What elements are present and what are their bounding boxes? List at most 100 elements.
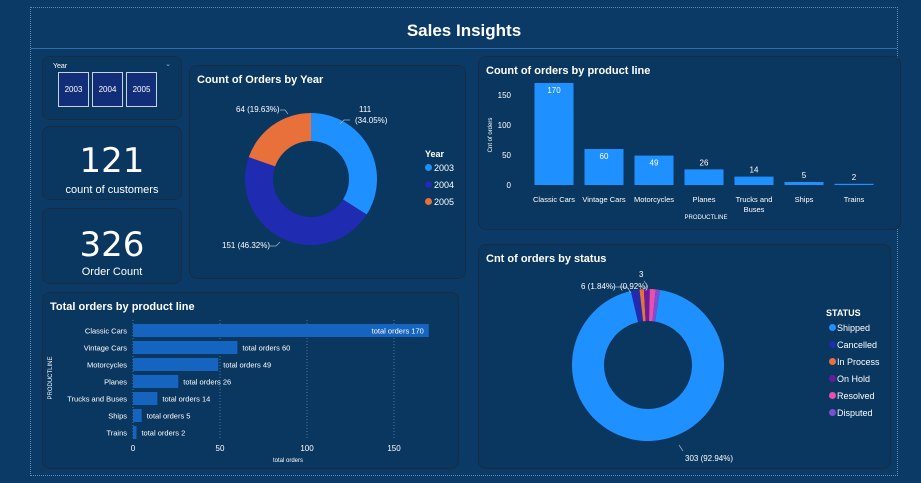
y-tick-label: 0: [507, 181, 512, 190]
legend-title: STATUS: [826, 308, 861, 318]
hbar-Ships: [133, 409, 142, 422]
customers-kpi-value: 121: [79, 141, 145, 181]
x-tick-label: 0: [131, 444, 136, 453]
x-tick-label: Buses: [744, 205, 765, 214]
x-tick-label: Classic Cars: [533, 195, 575, 204]
hbar-Motorcycles: [133, 358, 219, 371]
hbar-data-label: total orders 5: [147, 412, 191, 421]
hbar-data-label: total orders 170: [372, 327, 424, 336]
hbar-data-label: total orders 49: [223, 361, 271, 370]
bar-Ships: [784, 182, 824, 185]
x-axis-title: total orders: [273, 458, 303, 464]
y-tick-label: Trains: [106, 429, 127, 438]
legend-label-2005: 2005: [434, 197, 454, 207]
y-tick-label: Classic Cars: [85, 327, 127, 336]
orders-by-productline-card: Count of orders by product line 0 50 100 15…: [478, 56, 901, 230]
x-axis-title: PRODUCTLINE: [684, 215, 727, 221]
status-label-inprocess: 3: [639, 270, 644, 279]
bar-data-label: 14: [750, 166, 759, 175]
y-tick-label: 100: [498, 121, 512, 130]
hbar-Vintage Cars: [133, 341, 238, 354]
total-orders-by-productline-chart: 0 50 100 150 Classic Cars total orders 170 Vin…: [48, 320, 429, 464]
x-tick-label: Trains: [844, 195, 865, 204]
orders-by-status-card: Cnt of orders by status 303 (92.94%) 6 (1…: [478, 244, 891, 469]
legend-marker-Shipped: [829, 324, 836, 331]
leader-line-shipped: [678, 444, 684, 452]
legend-label-Disputed: Disputed: [837, 408, 873, 418]
bar-Trucks and Buses: [734, 176, 774, 185]
status-label-shipped: 303 (92.94%): [685, 454, 733, 463]
slice-label-2004: 151 (46.32%): [222, 241, 270, 250]
hbar-data-label: total orders 2: [141, 429, 185, 438]
y-axis-title: Cnt of orders: [488, 118, 494, 153]
legend-marker-2004: [425, 181, 432, 188]
legend-label-2004: 2004: [434, 180, 454, 190]
y-tick-label: 50: [502, 151, 511, 160]
slice-label-2003: 111: [359, 105, 372, 114]
bar-Classic Cars: [534, 83, 574, 185]
bar-data-label: 26: [700, 158, 709, 167]
legend-label-On Hold: On Hold: [837, 374, 870, 384]
year-option-2003[interactable]: 2003: [58, 72, 89, 107]
legend-marker-Cancelled: [829, 341, 836, 348]
orders-kpi-value: 326: [79, 225, 145, 265]
slice-label-2003-pct: (34.05%): [355, 116, 388, 125]
status-label-cancelled: 6 (1.84%): [581, 282, 616, 291]
legend-marker-2003: [425, 164, 432, 171]
bar-data-label: 49: [650, 159, 659, 168]
x-tick-label: Motorcycles: [634, 195, 674, 204]
orders-kpi-card: 326 Order Count: [42, 208, 182, 284]
legend-label-Cancelled: Cancelled: [837, 340, 877, 350]
legend-label-Shipped: Shipped: [837, 323, 870, 333]
orders-by-year-card: Count of Orders by Year 111 (34.05%) 64 (1…: [189, 65, 466, 279]
x-tick-label: 100: [300, 444, 314, 453]
x-tick-label: 150: [387, 444, 401, 453]
y-axis-title: PRODUCTLINE: [48, 356, 54, 399]
total-orders-by-productline-card: Total orders by product line 0 50 100 150 Cl…: [42, 292, 459, 469]
y-tick-label: Planes: [104, 378, 127, 387]
bar-data-label: 2: [852, 173, 857, 182]
hbar-Trains: [133, 426, 137, 439]
orders-by-year-chart: 111 (34.05%) 64 (19.63%) 151 (46.32%) Year 20…: [222, 105, 454, 250]
year-slicer[interactable]: Year ⌄ 2003 2004 2005: [42, 56, 182, 120]
x-tick-label: Planes: [693, 195, 716, 204]
orders-by-productline-chart: 0 50 100 150 Cnt of orders 170 Classic Cars 60 V…: [488, 83, 874, 221]
legend-marker-Resolved: [829, 392, 836, 399]
legend-marker-In Process: [829, 358, 836, 365]
status-label-inprocess-pct: (0.92%): [620, 282, 648, 291]
donut-slice-2003: [311, 113, 377, 215]
x-tick-label: Vintage Cars: [582, 195, 625, 204]
year-option-2004[interactable]: 2004: [92, 72, 123, 107]
leader-line-2005: [280, 109, 289, 115]
legend-marker-Disputed: [829, 409, 836, 416]
customers-kpi-card: 121 count of customers: [42, 126, 182, 200]
chevron-down-icon[interactable]: ⌄: [165, 60, 171, 68]
year-slicer-label: Year: [53, 63, 68, 70]
legend-title: Year: [425, 149, 445, 159]
bar-Planes: [684, 169, 724, 185]
hbar-data-label: total orders 60: [242, 344, 290, 353]
x-tick-label: 50: [216, 444, 225, 453]
legend-marker-2005: [425, 198, 432, 205]
y-tick-label: 150: [498, 91, 512, 100]
hbar-data-label: total orders 26: [183, 378, 231, 387]
bar-data-label: 60: [600, 152, 609, 161]
bar-data-label: 170: [547, 86, 561, 95]
hbar-Trucks and Buses: [133, 392, 158, 405]
legend-label-2003: 2003: [434, 163, 454, 173]
y-tick-label: Ships: [108, 412, 127, 421]
x-tick-label: Ships: [795, 195, 814, 204]
bar-data-label: 5: [802, 171, 807, 180]
bar-Trains: [834, 183, 874, 185]
y-tick-label: Vintage Cars: [84, 344, 127, 353]
customers-kpi-label: count of customers: [65, 184, 159, 196]
orders-kpi-label: Order Count: [81, 266, 143, 278]
hbar-Planes: [133, 375, 179, 388]
y-tick-label: Motorcycles: [87, 361, 127, 370]
y-tick-label: Trucks and Buses: [67, 395, 127, 404]
year-option-2005[interactable]: 2005: [126, 72, 157, 107]
legend-label-Resolved: Resolved: [837, 391, 875, 401]
hbar-data-label: total orders 14: [162, 395, 210, 404]
leader-line-2004: [270, 241, 281, 247]
page-title: Sales Insights: [31, 12, 897, 49]
